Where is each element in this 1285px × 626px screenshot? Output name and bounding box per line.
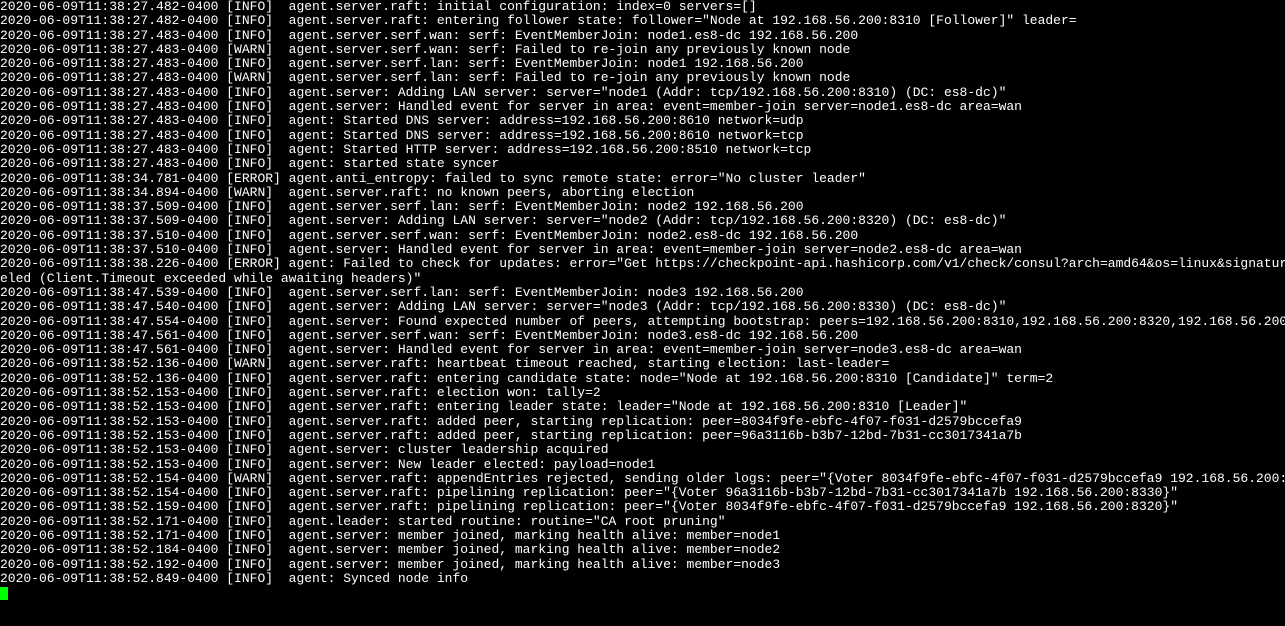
log-line: 2020-06-09T11:38:52.153-0400 [INFO] agen… [0, 400, 1285, 414]
log-line: 2020-06-09T11:38:27.483-0400 [INFO] agen… [0, 114, 1285, 128]
log-line: 2020-06-09T11:38:27.483-0400 [INFO] agen… [0, 100, 1285, 114]
log-line: 2020-06-09T11:38:27.483-0400 [INFO] agen… [0, 157, 1285, 171]
terminal-cursor [0, 587, 8, 600]
log-line: 2020-06-09T11:38:37.509-0400 [INFO] agen… [0, 200, 1285, 214]
log-line: 2020-06-09T11:38:47.561-0400 [INFO] agen… [0, 329, 1285, 343]
log-line: 2020-06-09T11:38:27.483-0400 [WARN] agen… [0, 43, 1285, 57]
log-line: 2020-06-09T11:38:52.159-0400 [INFO] agen… [0, 500, 1285, 514]
terminal-log-output[interactable]: 2020-06-09T11:38:27.482-0400 [INFO] agen… [0, 0, 1285, 586]
log-line: 2020-06-09T11:38:27.483-0400 [WARN] agen… [0, 71, 1285, 85]
log-line: 2020-06-09T11:38:37.510-0400 [INFO] agen… [0, 243, 1285, 257]
log-line: 2020-06-09T11:38:38.226-0400 [ERROR] age… [0, 257, 1285, 271]
log-line: 2020-06-09T11:38:52.849-0400 [INFO] agen… [0, 572, 1285, 586]
log-line: 2020-06-09T11:38:27.483-0400 [INFO] agen… [0, 143, 1285, 157]
log-line: 2020-06-09T11:38:52.171-0400 [INFO] agen… [0, 515, 1285, 529]
log-line: 2020-06-09T11:38:37.509-0400 [INFO] agen… [0, 214, 1285, 228]
log-line: 2020-06-09T11:38:27.483-0400 [INFO] agen… [0, 86, 1285, 100]
log-line: 2020-06-09T11:38:52.184-0400 [INFO] agen… [0, 543, 1285, 557]
log-line: 2020-06-09T11:38:47.539-0400 [INFO] agen… [0, 286, 1285, 300]
log-line: 2020-06-09T11:38:27.482-0400 [INFO] agen… [0, 14, 1285, 28]
log-line: 2020-06-09T11:38:47.540-0400 [INFO] agen… [0, 300, 1285, 314]
log-line: eled (Client.Timeout exceeded while awai… [0, 272, 1285, 286]
log-line: 2020-06-09T11:38:52.153-0400 [INFO] agen… [0, 429, 1285, 443]
log-line: 2020-06-09T11:38:47.554-0400 [INFO] agen… [0, 315, 1285, 329]
log-line: 2020-06-09T11:38:52.153-0400 [INFO] agen… [0, 386, 1285, 400]
log-line: 2020-06-09T11:38:34.781-0400 [ERROR] age… [0, 172, 1285, 186]
log-line: 2020-06-09T11:38:47.561-0400 [INFO] agen… [0, 343, 1285, 357]
log-line: 2020-06-09T11:38:52.153-0400 [INFO] agen… [0, 458, 1285, 472]
log-line: 2020-06-09T11:38:52.153-0400 [INFO] agen… [0, 443, 1285, 457]
log-line: 2020-06-09T11:38:27.483-0400 [INFO] agen… [0, 57, 1285, 71]
log-line: 2020-06-09T11:38:27.483-0400 [INFO] agen… [0, 29, 1285, 43]
log-line: 2020-06-09T11:38:27.483-0400 [INFO] agen… [0, 129, 1285, 143]
log-line: 2020-06-09T11:38:52.154-0400 [WARN] agen… [0, 472, 1285, 486]
log-line: 2020-06-09T11:38:27.482-0400 [INFO] agen… [0, 0, 1285, 14]
log-line: 2020-06-09T11:38:52.136-0400 [INFO] agen… [0, 372, 1285, 386]
log-line: 2020-06-09T11:38:52.153-0400 [INFO] agen… [0, 415, 1285, 429]
log-line: 2020-06-09T11:38:37.510-0400 [INFO] agen… [0, 229, 1285, 243]
log-line: 2020-06-09T11:38:52.171-0400 [INFO] agen… [0, 529, 1285, 543]
log-line: 2020-06-09T11:38:34.894-0400 [WARN] agen… [0, 186, 1285, 200]
log-line: 2020-06-09T11:38:52.192-0400 [INFO] agen… [0, 558, 1285, 572]
log-line: 2020-06-09T11:38:52.154-0400 [INFO] agen… [0, 486, 1285, 500]
log-line: 2020-06-09T11:38:52.136-0400 [WARN] agen… [0, 357, 1285, 371]
